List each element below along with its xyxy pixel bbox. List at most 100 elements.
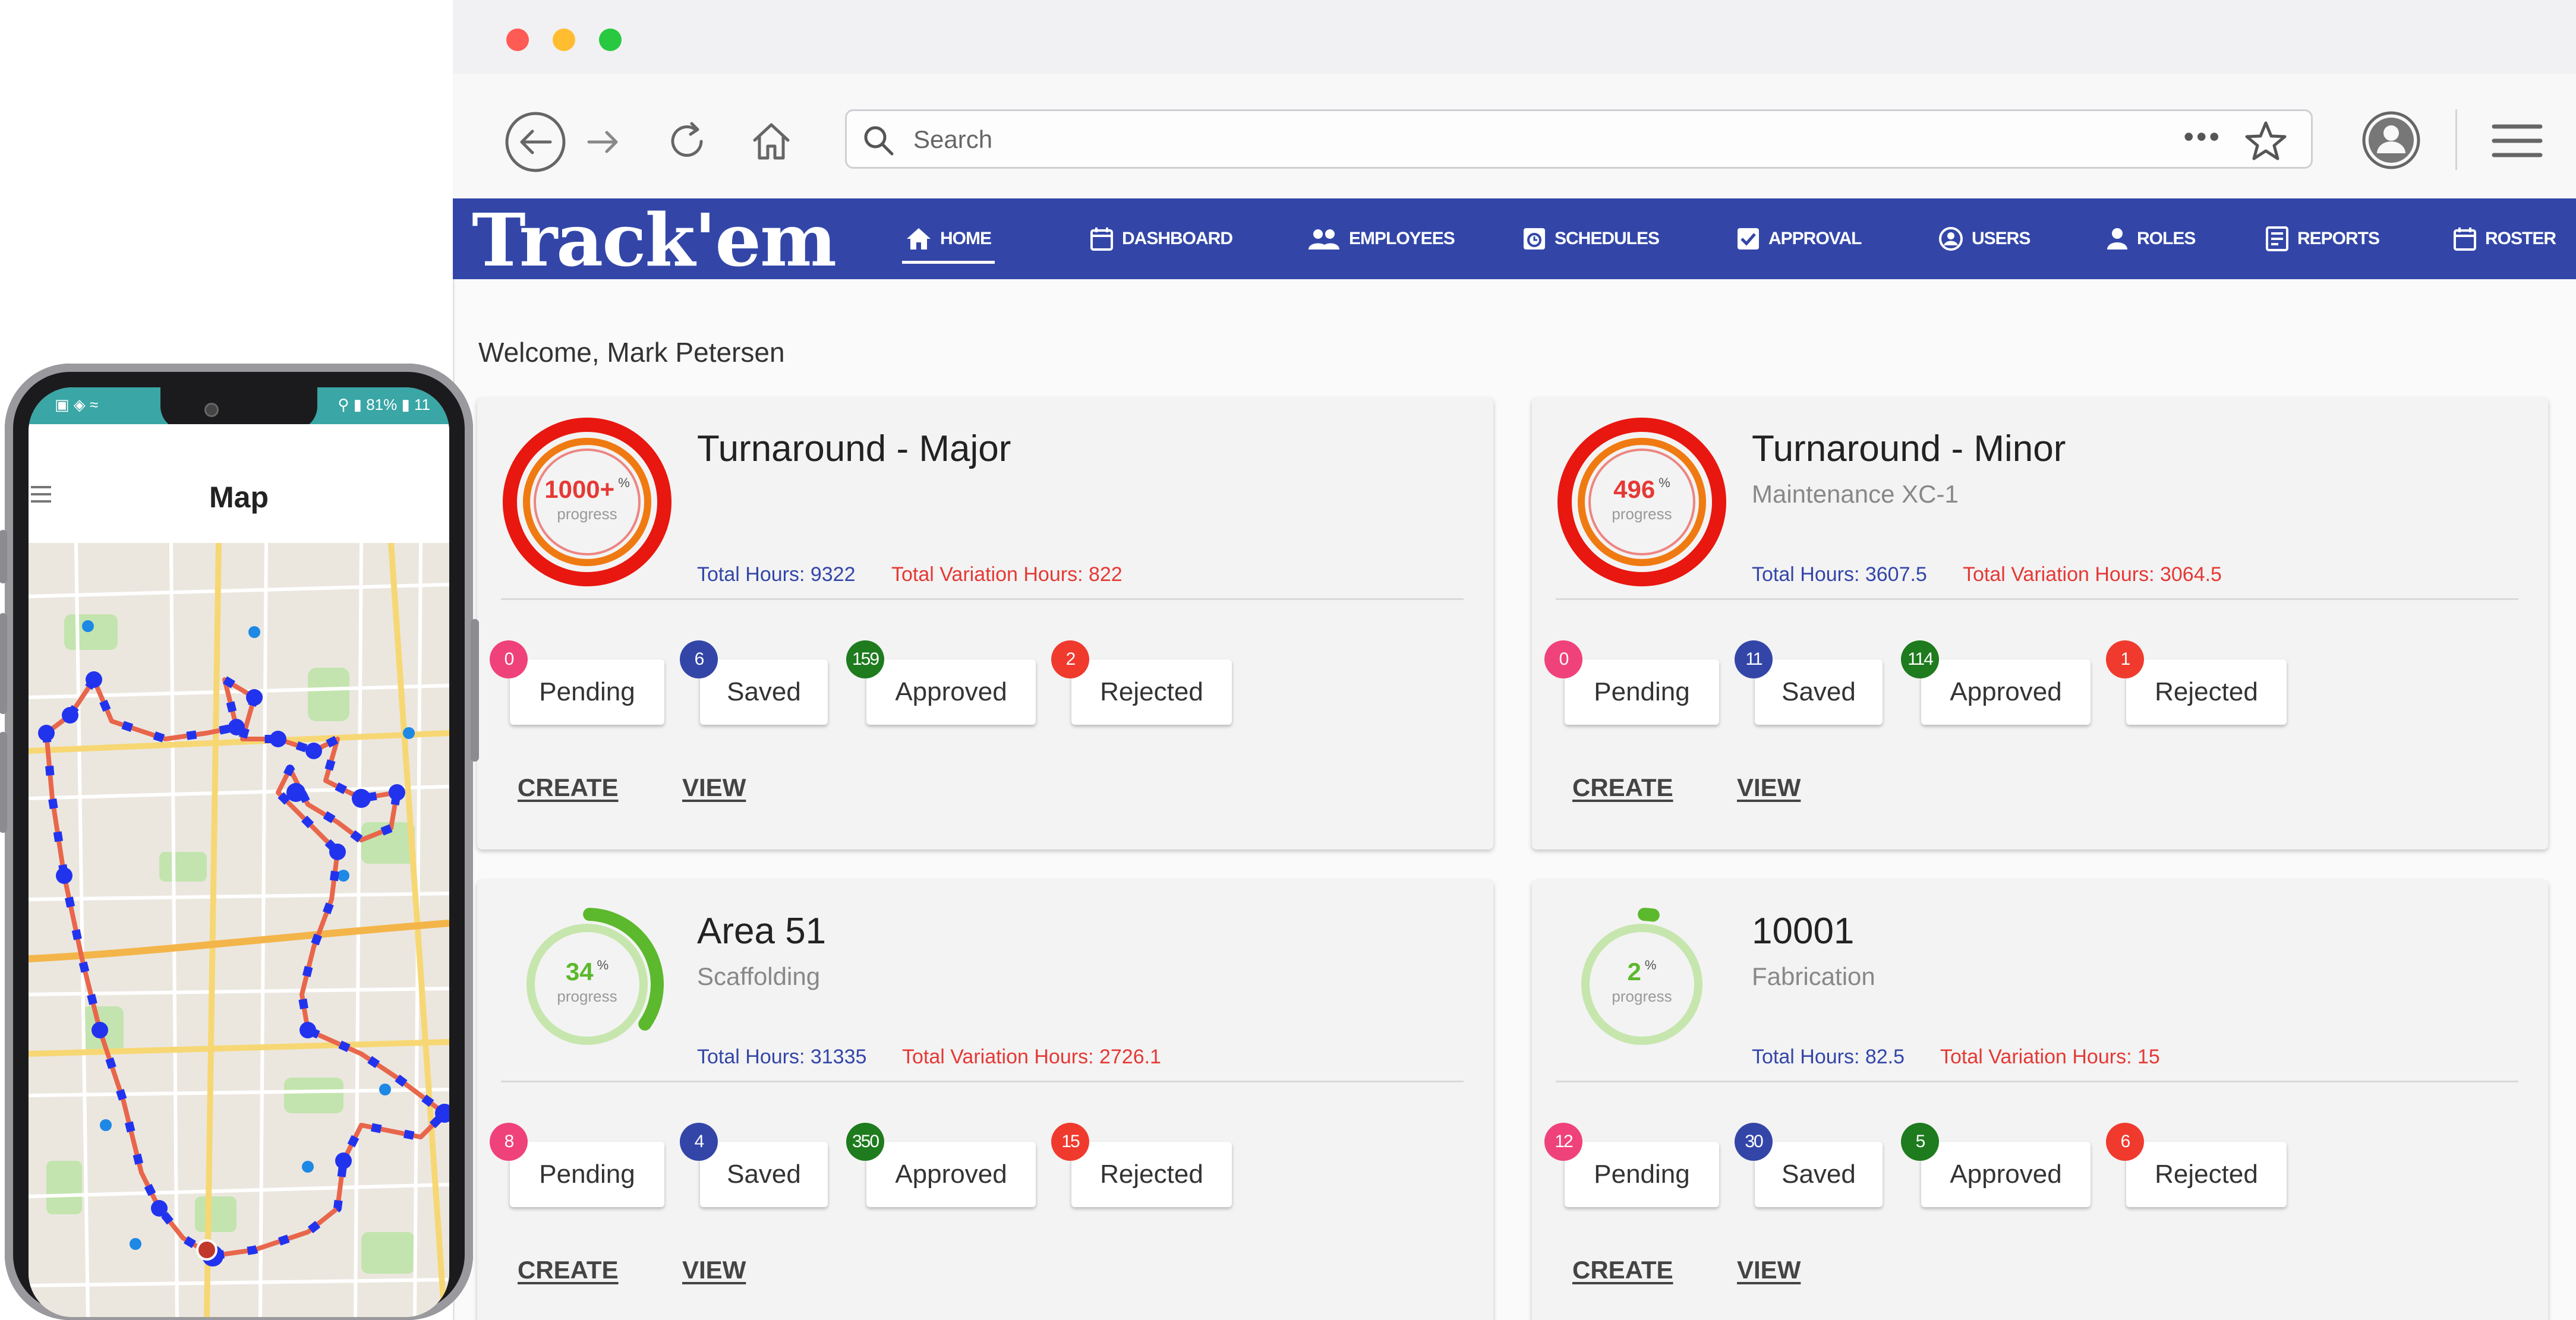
phone-mute-switch	[0, 530, 7, 583]
nav-home-label: HOME	[940, 229, 992, 248]
total-hours: Total Hours: 3607.5	[1752, 563, 1927, 586]
home-icon	[753, 123, 790, 160]
saved-count-badge: 4	[680, 1123, 718, 1161]
rejected-button[interactable]: Rejected	[2126, 659, 2287, 725]
approved-button[interactable]: Approved	[1921, 1142, 2091, 1207]
project-subtitle: Fabrication	[1752, 962, 1875, 990]
create-link[interactable]: CREATE	[1572, 1256, 1673, 1284]
app-nav-bar: Track'em HOME DASHBOARD EMPLOYEES SCHEDU…	[453, 198, 2576, 279]
approved-label: Approved	[895, 677, 1007, 706]
phone-volume-up	[0, 613, 7, 714]
progress-value: 496%	[1613, 475, 1670, 503]
project-card: 1000+% progress Turnaround - Major Total…	[477, 398, 1493, 850]
minimize-window-button[interactable]	[553, 29, 575, 51]
maximize-window-button[interactable]	[599, 29, 622, 51]
progress-label: progress	[1612, 505, 1672, 523]
project-subtitle: Scaffolding	[697, 962, 821, 990]
saved-button[interactable]: Saved	[1755, 1142, 1883, 1207]
report-icon	[2266, 226, 2288, 251]
view-link[interactable]: VIEW	[682, 773, 746, 802]
route-map[interactable]	[29, 543, 449, 1317]
app-logo[interactable]: Track'em	[472, 204, 837, 276]
pending-button[interactable]: Pending	[1565, 1142, 1719, 1207]
address-bar[interactable]: •••	[845, 109, 2313, 169]
approved-button[interactable]: Approved	[866, 659, 1036, 725]
rejected-label: Rejected	[2155, 1160, 2258, 1189]
total-hours: Total Hours: 9322	[697, 563, 856, 586]
bookmark-star-icon[interactable]	[2244, 121, 2287, 161]
nav-schedules[interactable]: SCHEDULES	[1522, 222, 1660, 255]
nav-dashboard[interactable]: DASHBOARD	[1090, 222, 1233, 255]
saved-button[interactable]: Saved	[1755, 659, 1883, 725]
pending-button[interactable]: Pending	[510, 1142, 664, 1207]
account-icon	[2362, 111, 2420, 169]
pending-count-badge: 0	[490, 640, 528, 678]
forward-button[interactable]	[584, 122, 623, 162]
schedule-icon	[1524, 228, 1545, 250]
view-link[interactable]: VIEW	[1737, 773, 1801, 802]
progress-label: progress	[557, 987, 617, 1005]
title-bar	[453, 0, 2576, 74]
saved-button[interactable]: Saved	[700, 1142, 828, 1207]
total-hours: Total Hours: 31335	[697, 1046, 867, 1068]
person-icon	[2107, 228, 2127, 250]
pending-count-badge: 0	[1544, 640, 1582, 678]
nav-home[interactable]: HOME	[902, 222, 995, 264]
phone-screen: ▣ ◈ ≈ ⚲ ▮ 81% ▮ 11 Map	[29, 387, 449, 1317]
search-input[interactable]	[912, 119, 2103, 160]
home-button[interactable]	[748, 118, 795, 165]
nav-reports[interactable]: REPORTS	[2265, 222, 2380, 255]
pending-label: Pending	[1594, 1160, 1690, 1189]
welcome-message: Welcome, Mark Petersen	[478, 337, 785, 368]
reload-button[interactable]	[663, 118, 711, 165]
nav-approval[interactable]: APPROVAL	[1736, 222, 1862, 255]
close-window-button[interactable]	[506, 29, 529, 51]
nav-reports-label: REPORTS	[2297, 229, 2380, 248]
project-title: 10001	[1752, 911, 1855, 952]
total-variation-hours: Total Variation Hours: 2726.1	[902, 1046, 1161, 1068]
rejected-count-badge: 15	[1051, 1123, 1089, 1161]
nav-roles[interactable]: ROLES	[2106, 222, 2196, 255]
total-variation-hours: Total Variation Hours: 822	[891, 563, 1123, 586]
create-link[interactable]: CREATE	[518, 1256, 619, 1284]
home-icon	[907, 228, 931, 250]
rejected-button[interactable]: Rejected	[2126, 1142, 2287, 1207]
pending-button[interactable]: Pending	[1565, 659, 1719, 725]
toolbar-separator	[2455, 109, 2457, 170]
rejected-label: Rejected	[1100, 1160, 1203, 1189]
account-button[interactable]	[2360, 109, 2422, 171]
card-divider	[1556, 1081, 2518, 1082]
rejected-button[interactable]: Rejected	[1071, 1142, 1232, 1207]
phone-mockup: ▣ ◈ ≈ ⚲ ▮ 81% ▮ 11 Map	[0, 364, 479, 1320]
view-link[interactable]: VIEW	[1737, 1256, 1801, 1284]
nav-approval-label: APPROVAL	[1768, 229, 1862, 248]
nav-employees[interactable]: EMPLOYEES	[1307, 222, 1455, 255]
nav-roster[interactable]: ROSTER	[2453, 222, 2556, 255]
rejected-button[interactable]: Rejected	[1071, 659, 1232, 725]
card-divider	[501, 598, 1464, 600]
create-link[interactable]: CREATE	[1572, 773, 1673, 802]
browser-toolbar: •••	[453, 74, 2576, 198]
create-link[interactable]: CREATE	[518, 773, 619, 802]
progress-readout: 34% progress	[501, 898, 673, 1070]
saved-label: Saved	[727, 1160, 801, 1189]
browser-menu-button[interactable]	[2491, 120, 2543, 162]
page-actions-button[interactable]: •••	[2183, 119, 2222, 154]
project-subtitle: Maintenance XC-1	[1752, 480, 1959, 508]
saved-count-badge: 30	[1735, 1123, 1773, 1161]
rejected-count-badge: 6	[2106, 1123, 2144, 1161]
approved-button[interactable]: Approved	[866, 1142, 1036, 1207]
calendar-icon	[1090, 228, 1113, 251]
status-icons-right: ⚲ ▮ 81% ▮ 11	[338, 396, 430, 413]
back-button[interactable]	[504, 110, 567, 173]
pending-label: Pending	[1594, 677, 1690, 706]
pending-button[interactable]: Pending	[510, 659, 664, 725]
view-link[interactable]: VIEW	[682, 1256, 746, 1284]
nav-users[interactable]: USERS	[1938, 222, 2030, 255]
users-icon	[1939, 227, 1963, 251]
nav-users-label: USERS	[1972, 229, 2030, 248]
saved-button[interactable]: Saved	[700, 659, 828, 725]
approved-label: Approved	[1950, 677, 2062, 706]
approved-button[interactable]: Approved	[1921, 659, 2091, 725]
saved-label: Saved	[1782, 677, 1856, 706]
